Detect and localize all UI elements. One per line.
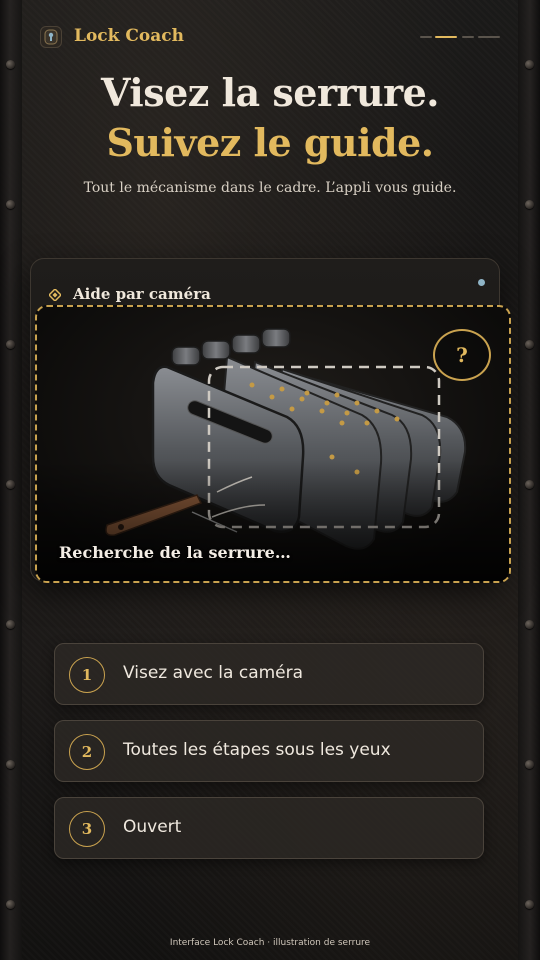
rivet [6,900,15,909]
keyhole-icon [40,26,62,48]
rivet [525,900,534,909]
progress-step-4 [478,36,500,38]
hero-subtitle: Tout le mécanisme dans le cadre. L’appli… [83,180,457,196]
progress-step-1 [420,36,432,38]
camera-viewfinder[interactable]: ? Recherche de la serrure… [35,305,511,583]
progress-step-3 [462,36,474,38]
rivet [6,620,15,629]
rivet [525,60,534,69]
rivet [6,340,15,349]
rivet [6,200,15,209]
step-label: Ouvert [123,817,182,837]
footer-caption: Interface Lock Coach · illustration de s… [169,938,371,948]
step-label: Visez avec la caméra [123,663,304,683]
step-number-badge: 3 [69,811,105,847]
progress-step-2-active [435,36,457,38]
help-button[interactable]: ? [433,329,491,381]
step-label: Toutes les étapes sous les yeux [123,740,391,760]
rivet [6,480,15,489]
card-title: Aide par caméra [73,285,211,303]
camera-status-dot [478,279,485,286]
rivet [525,760,534,769]
step-number-badge: 1 [69,657,105,693]
diamond-icon [49,289,61,301]
camera-assist-card: Aide par caméra ? Recherche de la serrur… [30,258,511,583]
step-number-badge: 2 [69,734,105,770]
rivet [525,200,534,209]
hero-title-line1: Visez la serrure. [100,70,440,115]
rivet [525,620,534,629]
rivet [525,340,534,349]
rivet [525,480,534,489]
hero-title-line2: Suivez le guide. [106,120,434,165]
app-name: Lock Coach [74,26,184,46]
scan-status-text: Recherche de la serrure… [59,543,291,562]
step-card-2[interactable]: 2 Toutes les étapes sous les yeux [54,720,484,782]
rivet [6,60,15,69]
step-card-1[interactable]: 1 Visez avec la caméra [54,643,484,705]
rivet [6,760,15,769]
step-card-3[interactable]: 3 Ouvert [54,797,484,859]
